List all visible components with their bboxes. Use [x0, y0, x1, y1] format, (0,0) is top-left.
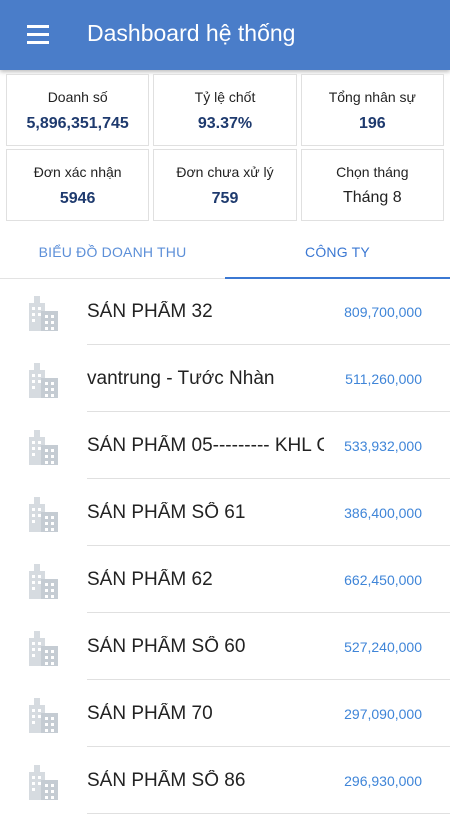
month-selector[interactable]: Tháng 8 — [302, 189, 443, 207]
month-selector-card[interactable]: Chọn tháng Tháng 8 — [300, 149, 444, 221]
building-icon — [29, 765, 58, 800]
building-icon — [29, 631, 58, 666]
stat-value: 5946 — [59, 190, 96, 207]
product-name: SẢN PHẨM 62 — [87, 569, 213, 590]
product-amount: 809,700,000 — [344, 304, 422, 320]
stat-card-revenue: Doanh số 5,896,351,745 — [6, 74, 150, 146]
product-list: SẢN PHẨM 32 809,700,000 vantrung - Tước … — [0, 278, 450, 814]
building-icon — [29, 564, 58, 599]
list-item[interactable]: vantrung - Tước Nhàn 511,260,000 — [0, 345, 450, 412]
product-amount: 662,450,000 — [344, 572, 422, 588]
page-title: Dashboard hệ thống — [87, 20, 296, 46]
product-amount: 296,930,000 — [344, 773, 422, 789]
stat-label: Đơn chưa xử lý — [176, 164, 274, 180]
stats-grid: Doanh số 5,896,351,745 Tỷ lệ chốt 93.37%… — [6, 74, 444, 221]
list-item[interactable]: SẢN PHẨM SỐ 61 386,400,000 — [0, 479, 450, 546]
stat-label: Đơn xác nhận — [33, 164, 122, 180]
tab-bar: BIỂU ĐỒ DOANH THU CÔNG TY — [0, 226, 450, 279]
product-name: SẢN PHẨM SỐ 86 — [87, 770, 246, 791]
building-icon — [29, 698, 58, 733]
product-amount: 527,240,000 — [344, 639, 422, 655]
product-amount: 386,400,000 — [344, 505, 422, 521]
stat-label: Doanh số — [47, 89, 108, 105]
stat-card-close-rate: Tỷ lệ chốt 93.37% — [153, 74, 297, 146]
product-name: SẢN PHẨM 32 — [87, 301, 213, 322]
list-item[interactable]: SẢN PHẨM SỐ 60 527,240,000 — [0, 613, 450, 680]
product-amount: 533,932,000 — [344, 438, 422, 454]
stat-card-confirmed-orders: Đơn xác nhận 5946 — [6, 149, 150, 221]
stat-value: 196 — [358, 115, 386, 132]
list-item[interactable]: SẢN PHẨM SỐ 86 296,930,000 — [0, 747, 450, 814]
stat-label: Tổng nhân sự — [328, 89, 416, 105]
product-name: SẢN PHẨM SỐ 60 — [87, 636, 246, 657]
building-icon — [29, 296, 58, 331]
tab-company[interactable]: CÔNG TY — [225, 226, 450, 278]
menu-icon[interactable] — [18, 18, 58, 52]
stat-label: Tỷ lệ chốt — [194, 89, 256, 105]
stat-value: 93.37% — [197, 115, 253, 132]
list-item[interactable]: SẢN PHẨM 32 809,700,000 — [0, 278, 450, 345]
month-selector-label: Chọn tháng — [336, 164, 409, 180]
list-item[interactable]: SẢN PHẨM 62 662,450,000 — [0, 546, 450, 613]
product-name: SẢN PHẨM 05--------- KHL CO — [87, 435, 324, 456]
building-icon — [29, 497, 58, 532]
product-amount: 511,260,000 — [345, 371, 422, 387]
tab-revenue-chart[interactable]: BIỂU ĐỒ DOANH THU — [0, 226, 225, 278]
building-icon — [29, 430, 58, 465]
building-icon — [29, 363, 58, 398]
stat-card-staff: Tổng nhân sự 196 — [300, 74, 444, 146]
stat-card-pending-orders: Đơn chưa xử lý 759 — [153, 149, 297, 221]
product-name: SẢN PHẨM SỐ 61 — [87, 502, 246, 523]
stat-value: 5,896,351,745 — [26, 115, 129, 132]
list-item[interactable]: SẢN PHẨM 05--------- KHL CO 533,932,000 — [0, 412, 450, 479]
product-name: SẢN PHẨM 70 — [87, 703, 213, 724]
product-name: vantrung - Tước Nhàn — [87, 368, 275, 389]
list-item[interactable]: SẢN PHẨM 70 297,090,000 — [0, 680, 450, 747]
app-bar: Dashboard hệ thống — [0, 0, 450, 70]
stat-value: 759 — [211, 190, 239, 207]
product-amount: 297,090,000 — [344, 706, 422, 722]
